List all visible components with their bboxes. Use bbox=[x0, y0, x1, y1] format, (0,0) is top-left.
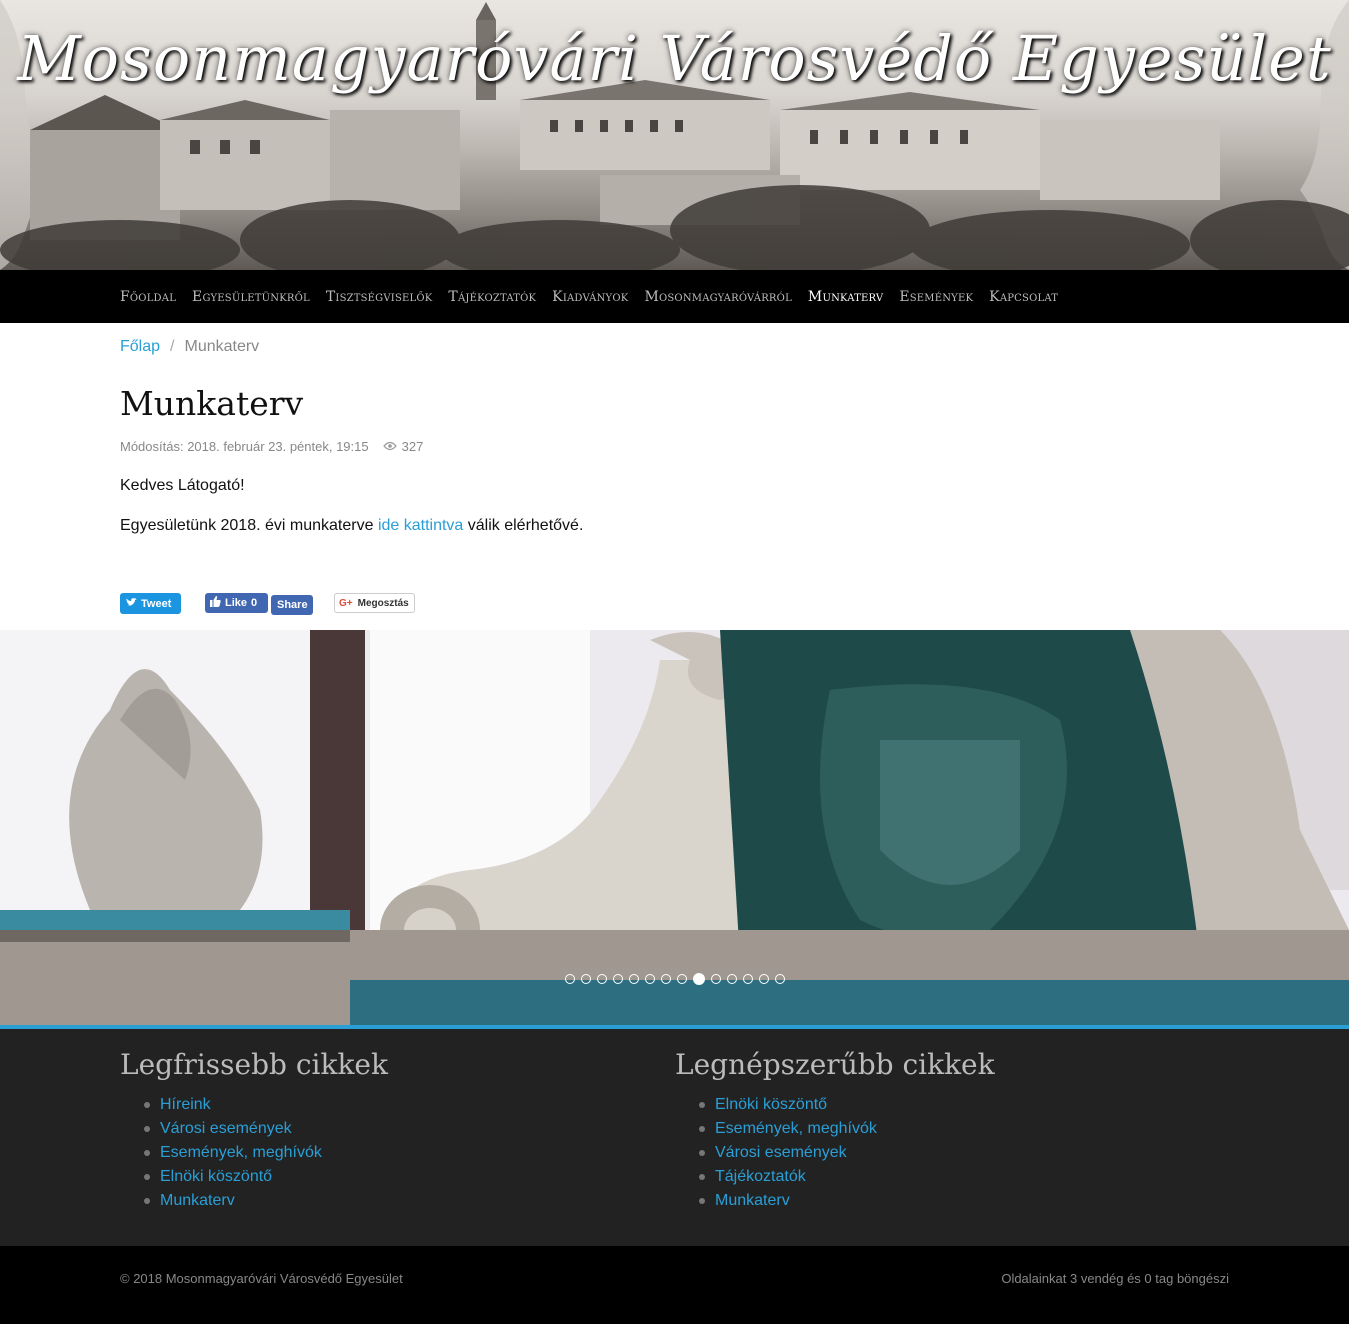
body-text-before: Egyesületünk 2018. évi munkaterve bbox=[120, 517, 378, 534]
main-navigation: Főoldal Egyesületünkről Tisztségviselők … bbox=[0, 270, 1349, 323]
nav-item-kiadvanyok[interactable]: Kiadványok bbox=[552, 289, 628, 305]
nav-item-mosonmagyarovarrol[interactable]: Mosonmagyaróvárról bbox=[644, 289, 791, 305]
site-title[interactable]: Mosonmagyaróvári Városvédő Egyesület bbox=[0, 22, 1349, 95]
slide-dot[interactable] bbox=[597, 974, 607, 984]
popular-article-link[interactable]: Tájékoztatók bbox=[699, 1165, 995, 1189]
fb-like-count: 0 bbox=[251, 597, 258, 609]
slide-dot[interactable] bbox=[743, 974, 753, 984]
article-meta: Módosítás: 2018. február 23. péntek, 19:… bbox=[120, 439, 423, 454]
popular-article-link[interactable]: Munkaterv bbox=[699, 1189, 995, 1213]
breadcrumb: Főlap / Munkaterv bbox=[120, 338, 259, 356]
modified-date: Módosítás: 2018. február 23. péntek, 19:… bbox=[120, 439, 369, 454]
latest-article-link[interactable]: Városi események bbox=[144, 1117, 388, 1141]
slideshow-pagination bbox=[565, 973, 791, 985]
eye-icon bbox=[382, 439, 397, 454]
slide-dot[interactable] bbox=[629, 974, 639, 984]
latest-article-link[interactable]: Események, meghívók bbox=[144, 1141, 388, 1165]
view-count: 327 bbox=[401, 439, 424, 454]
facebook-share-button[interactable]: Share bbox=[271, 595, 313, 615]
slide-dot[interactable] bbox=[711, 974, 721, 984]
twitter-icon bbox=[126, 597, 137, 610]
thumbs-up-icon bbox=[210, 596, 221, 610]
nav-item-kapcsolat[interactable]: Kapcsolat bbox=[989, 289, 1058, 305]
slide-image-coat-of-arms bbox=[0, 630, 1349, 1025]
google-plus-icon: G+ bbox=[339, 597, 353, 609]
latest-articles-title: Legfrissebb cikkek bbox=[120, 1048, 388, 1081]
body-text-after: válik elérhetővé. bbox=[463, 517, 584, 534]
page-title: Munkaterv bbox=[120, 384, 304, 423]
slide-dot[interactable] bbox=[759, 974, 769, 984]
tweet-label: Tweet bbox=[141, 597, 172, 610]
header-banner: Mosonmagyaróvári Városvédő Egyesület bbox=[0, 0, 1349, 270]
popular-article-link[interactable]: Városi események bbox=[699, 1141, 995, 1165]
latest-article-link[interactable]: Munkaterv bbox=[144, 1189, 388, 1213]
popular-articles: Legnépszerűbb cikkek Elnöki köszöntő Ese… bbox=[675, 1048, 995, 1213]
google-plus-share-button[interactable]: G+ Megosztás bbox=[334, 593, 415, 613]
slide-dot[interactable] bbox=[727, 974, 737, 984]
article-body: Egyesületünk 2018. évi munkaterve ide ka… bbox=[120, 517, 583, 535]
nav-item-tajekoztatok[interactable]: Tájékoztatók bbox=[448, 289, 536, 305]
slide-dot[interactable] bbox=[613, 974, 623, 984]
online-visitors-text: Oldalainkat 3 vendég és 0 tag böngészi bbox=[1001, 1271, 1229, 1286]
slideshow bbox=[0, 630, 1349, 1025]
slide-dot[interactable] bbox=[775, 974, 785, 984]
popular-articles-title: Legnépszerűbb cikkek bbox=[675, 1048, 995, 1081]
slide-dot[interactable] bbox=[581, 974, 591, 984]
nav-item-esemenyek[interactable]: Események bbox=[899, 289, 973, 305]
nav-item-munkaterv[interactable]: Munkaterv bbox=[808, 289, 883, 305]
slide-dot[interactable] bbox=[645, 974, 655, 984]
popular-article-link[interactable]: Események, meghívók bbox=[699, 1117, 995, 1141]
workplan-link[interactable]: ide kattintva bbox=[378, 517, 463, 534]
nav-item-fooldal[interactable]: Főoldal bbox=[120, 289, 176, 305]
latest-articles: Legfrissebb cikkek Híreink Városi esemén… bbox=[120, 1048, 388, 1213]
slide-dot[interactable] bbox=[677, 974, 687, 984]
slide-dot[interactable] bbox=[661, 974, 671, 984]
nav-item-tisztsegviselok[interactable]: Tisztségviselők bbox=[326, 289, 433, 305]
latest-article-link[interactable]: Elnöki köszöntő bbox=[144, 1165, 388, 1189]
fb-like-label: Like bbox=[225, 597, 248, 609]
breadcrumb-home-link[interactable]: Főlap bbox=[120, 338, 160, 356]
copyright-text: © 2018 Mosonmagyaróvári Városvédő Egyesü… bbox=[120, 1271, 403, 1286]
gplus-label: Megosztás bbox=[357, 597, 409, 609]
slide-dot[interactable] bbox=[693, 973, 705, 985]
breadcrumb-separator: / bbox=[170, 338, 175, 355]
latest-article-link[interactable]: Híreink bbox=[144, 1093, 388, 1117]
greeting-text: Kedves Látogató! bbox=[120, 477, 245, 494]
fb-share-label: Share bbox=[277, 599, 308, 611]
breadcrumb-current: Munkaterv bbox=[184, 338, 260, 355]
slide-dot[interactable] bbox=[565, 974, 575, 984]
tweet-button[interactable]: Tweet bbox=[120, 593, 181, 614]
nav-item-egyesuletunkrol[interactable]: Egyesületünkről bbox=[192, 289, 310, 305]
popular-article-link[interactable]: Elnöki köszöntő bbox=[699, 1093, 995, 1117]
facebook-like-button[interactable]: Like 0 bbox=[205, 593, 268, 613]
